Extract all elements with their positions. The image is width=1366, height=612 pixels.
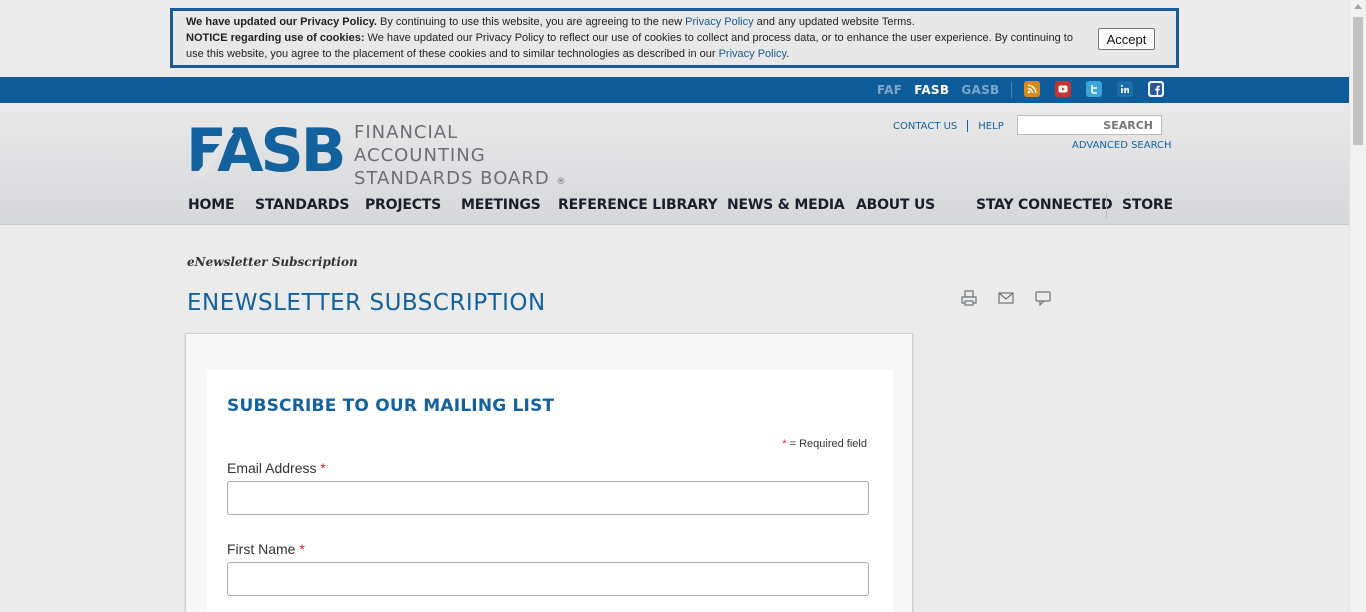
subscribe-form: SUBSCRIBE TO OUR MAILING LIST * = Requir… [207,370,893,612]
email-label-text: Email Address [227,460,317,476]
email-icon[interactable] [998,290,1014,306]
logo-tagline: FINANCIAL ACCOUNTING STANDARDS BOARD ® [354,121,574,194]
nav-divider [1106,194,1107,218]
email-required-star: * [320,460,326,476]
cookie-privacy-policy-link[interactable]: Privacy Policy [719,48,787,60]
contact-us-link[interactable]: CONTACT US [893,121,957,132]
search-input[interactable]: SEARCH [1017,115,1162,135]
cookie-notice: We have updated our Privacy Policy. By c… [170,8,1179,68]
logo-line-standards-board: STANDARDS BOARD [354,168,550,189]
help-link[interactable]: HELP [978,121,1003,132]
privacy-update-heading: We have updated our Privacy Policy. [186,16,377,28]
site-switcher: FAF FASB GASB [877,77,1024,103]
nav-item-standards[interactable]: STANDARDS [255,197,349,213]
cookie-notice-heading: NOTICE regarding use of cookies: [186,32,365,44]
scrollbar-thumb[interactable] [1353,17,1363,145]
form-title: SUBSCRIBE TO OUR MAILING LIST [227,396,555,416]
first-name-required-star: * [299,541,305,557]
email-field[interactable] [227,481,869,515]
social-links [1024,81,1164,97]
topbar-divider [1011,82,1013,98]
cookie-notice-end: . [786,48,790,60]
privacy-update-text: By continuing to use this website, you a… [376,16,686,28]
advanced-search-link[interactable]: ADVANCED SEARCH [1072,140,1172,151]
nav-item-store[interactable]: STORE [1122,197,1173,213]
logo-line-accounting: ACCOUNTING [354,145,486,166]
scroll-up-arrow-icon[interactable] [1354,4,1362,9]
email-label: Email Address * [227,460,326,476]
site-link-fasb[interactable]: FASB [914,83,949,97]
twitter-icon[interactable] [1086,81,1102,97]
accept-button[interactable]: Accept [1098,28,1155,50]
comment-icon[interactable] [1035,290,1051,307]
facebook-icon[interactable] [1148,81,1164,97]
site-link-gasb[interactable]: GASB [961,83,999,97]
required-field-note: * = Required field [782,438,867,450]
linkedin-icon[interactable] [1117,81,1133,97]
site-header: FASB FINANCIAL ACCOUNTING STANDARDS BOAR… [0,103,1349,225]
cookie-notice-text: We have updated our Privacy Policy. By c… [186,14,1081,62]
utility-divider [967,120,969,132]
page-title: ENEWSLETTER SUBSCRIPTION [187,290,546,316]
breadcrumb: eNewsletter Subscription [187,255,358,269]
first-name-label: First Name * [227,541,305,557]
logo-line-financial: FINANCIAL [354,122,459,143]
nav-item-news-media[interactable]: NEWS & MEDIA [727,197,845,213]
page-tools [961,290,1051,307]
site-link-faf[interactable]: FAF [877,83,902,97]
subscription-panel: SUBSCRIBE TO OUR MAILING LIST * = Requir… [185,333,913,612]
nav-item-projects[interactable]: PROJECTS [365,197,441,213]
nav-item-about-us[interactable]: ABOUT US [856,197,935,213]
vertical-scrollbar[interactable] [1349,0,1366,612]
site-topbar: FAF FASB GASB [0,77,1349,103]
registered-mark: ® [556,177,567,187]
required-note-text: = Required field [786,438,867,450]
privacy-policy-link[interactable]: Privacy Policy [685,16,753,28]
rss-icon[interactable] [1024,81,1040,97]
first-name-field[interactable] [227,562,869,596]
nav-item-meetings[interactable]: MEETINGS [461,197,541,213]
privacy-update-text-end: and any updated website Terms. [753,16,915,28]
print-icon[interactable] [961,290,977,306]
nav-item-reference-library[interactable]: REFERENCE LIBRARY [558,197,718,213]
nav-item-stay-connected[interactable]: STAY CONNECTED [976,197,1113,213]
nav-item-home[interactable]: HOME [188,197,235,213]
logo-swoosh-icon [194,133,234,177]
youtube-icon[interactable] [1055,81,1071,97]
utility-links: CONTACT US HELP [893,120,1004,132]
main-nav: HOME STANDARDS PROJECTS MEETINGS REFEREN… [188,194,1188,219]
first-name-label-text: First Name [227,541,296,557]
